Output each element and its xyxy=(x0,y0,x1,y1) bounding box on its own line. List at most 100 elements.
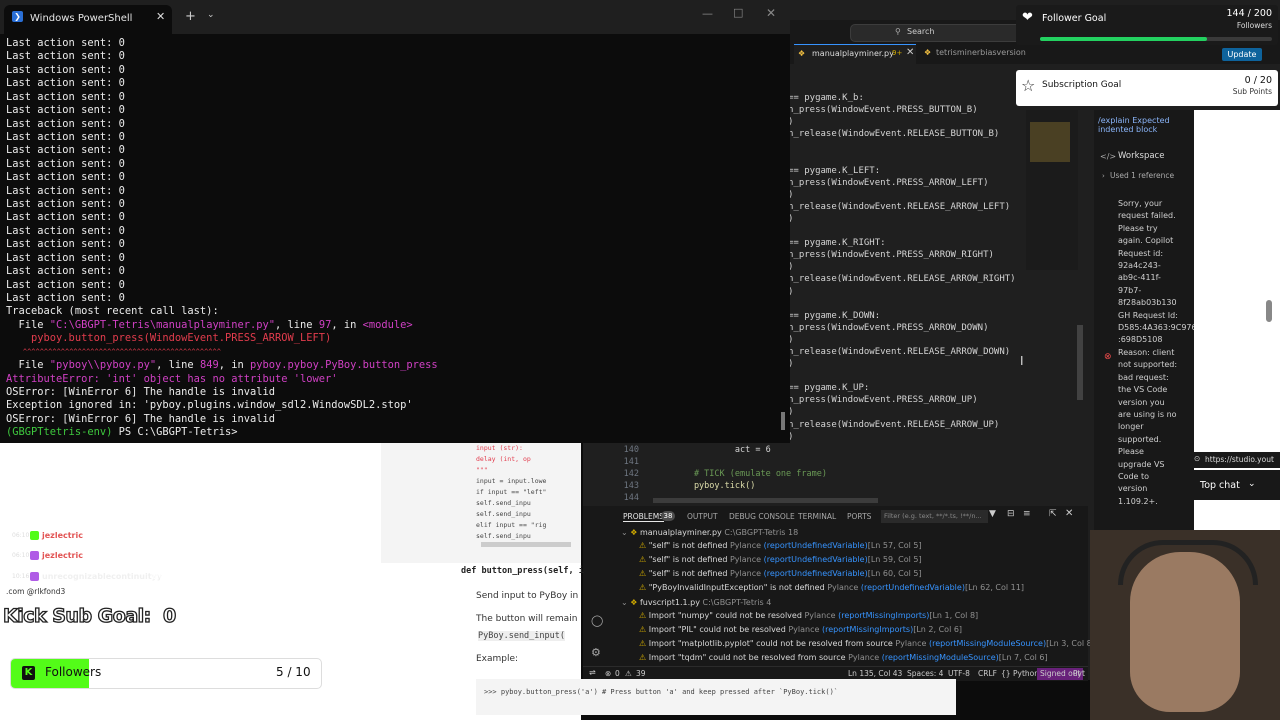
chat-username[interactable]: unrecognizablecontinuityy xyxy=(42,572,162,581)
doc-code-block: input (str): delay (int, op """ input = … xyxy=(381,443,581,563)
remote-icon[interactable]: ⇌ xyxy=(589,668,596,677)
close-icon[interactable]: ✕ xyxy=(906,47,914,58)
follower-goal-track xyxy=(1040,37,1272,41)
problem-code[interactable]: (reportUndefinedVariable) xyxy=(764,555,868,564)
maximize-icon[interactable]: □ xyxy=(733,6,743,19)
update-button[interactable]: Update xyxy=(1222,48,1262,61)
problem-code[interactable]: (reportUndefinedVariable) xyxy=(861,583,965,592)
warning-count[interactable]: 39 xyxy=(636,669,646,678)
maximize-panel-icon[interactable]: ⇱ xyxy=(1049,509,1057,519)
chat-username[interactable]: jezlectric xyxy=(42,551,83,560)
problem-code[interactable]: (reportMissingModuleSource) xyxy=(929,639,1046,648)
tab-title: Windows PowerShell xyxy=(30,13,133,24)
attribute-error: AttributeError: 'int' object has no attr… xyxy=(6,372,338,385)
tab-powershell[interactable]: ❯ Windows PowerShell ✕ xyxy=(4,5,172,34)
log-line: Last action sent: 0 xyxy=(6,211,125,224)
problem-code[interactable]: (reportMissingImports) xyxy=(822,625,913,634)
problem-item[interactable]: ⚠ Import "matplotlib.pyplot" could not b… xyxy=(639,639,1095,653)
indentation[interactable]: Spaces: 4 xyxy=(907,669,943,678)
close-panel-icon[interactable]: ✕ xyxy=(1065,508,1073,519)
line-endings[interactable]: CRLF xyxy=(978,669,997,678)
code-line: ) xyxy=(788,431,794,442)
problem-code[interactable]: (reportUndefinedVariable) xyxy=(764,541,868,550)
problems-panel: PROBLEMS 38 OUTPUT DEBUG CONSOLE TERMINA… xyxy=(583,506,1095,666)
command-center-search[interactable]: ⚲ Search xyxy=(850,24,1022,42)
gear-icon[interactable]: ⚙ xyxy=(591,646,601,659)
chevron-right-icon[interactable]: › xyxy=(1102,172,1105,180)
minimize-icon[interactable]: — xyxy=(702,7,713,20)
code-line: ) xyxy=(788,286,794,297)
tab-problems[interactable]: PROBLEMS xyxy=(623,512,664,522)
view-as-list-icon[interactable]: ≡ xyxy=(1023,509,1031,519)
tab-output[interactable]: OUTPUT xyxy=(687,512,718,521)
preview-scrollbar[interactable] xyxy=(1266,300,1272,322)
encoding[interactable]: UTF-8 xyxy=(948,669,970,678)
account-icon[interactable]: ◯ xyxy=(591,614,603,627)
editor-scrollbar[interactable] xyxy=(1077,325,1083,400)
prompt-env: (GBGPTtetris-env) xyxy=(6,426,113,439)
tab-debug-console[interactable]: DEBUG CONSOLE xyxy=(729,512,795,521)
tab-ports[interactable]: PORTS xyxy=(847,512,871,521)
terminal-scrollbar[interactable] xyxy=(781,412,785,430)
error-count-icon[interactable]: ⊗ xyxy=(605,669,611,678)
code-line: 141 xyxy=(583,456,827,468)
doc-code-line: self.send_inpu xyxy=(476,510,531,518)
code-editor[interactable]: == pygame.K_b: n_press(WindowEvent.PRESS_… xyxy=(788,92,1016,443)
close-icon[interactable]: ✕ xyxy=(156,10,165,23)
problem-src: Pylance xyxy=(848,653,880,662)
chat-username[interactable]: jezlectric xyxy=(42,531,83,540)
error-count[interactable]: 0 xyxy=(615,669,620,678)
line-number: 141 xyxy=(623,457,639,468)
doc-code-snippet: input (str): delay (int, op """ input = … xyxy=(476,443,546,542)
tb-text: , in xyxy=(331,318,363,331)
problem-item[interactable]: ⚠ "self" is not defined Pylance (reportU… xyxy=(639,555,1024,569)
tab-terminal[interactable]: TERMINAL xyxy=(798,512,836,521)
problem-item[interactable]: ⚠ Import "tqdm" could not be resolved fr… xyxy=(639,653,1095,667)
top-chat-label[interactable]: Top chat xyxy=(1200,480,1240,491)
file-group-fuvscript[interactable]: ⌄ ❖ fuvscript1.1.py C:\GBGPT-Tetris 4 xyxy=(621,598,771,607)
cursor-position[interactable]: Ln 135, Col 43 xyxy=(848,669,902,678)
problem-text: "self" is not defined xyxy=(648,569,728,578)
new-tab-icon[interactable]: + xyxy=(185,9,196,24)
doc-code-scrollbar[interactable] xyxy=(481,542,571,547)
prompt[interactable]: (GBGPTtetris-env) PS C:\GBGPT-Tetris> xyxy=(6,426,786,439)
problem-code[interactable]: (reportMissingModuleSource) xyxy=(882,653,999,662)
tab-tetrisminer[interactable]: ❖ tetrisminerbiasversion xyxy=(922,44,1026,64)
log-line: Last action sent: 0 xyxy=(6,130,125,143)
filter-icon[interactable]: ▼ xyxy=(989,509,996,519)
code-line: == pygame.K_LEFT: xyxy=(788,165,881,176)
warning-icon[interactable]: ⚠ xyxy=(625,669,632,678)
code-line: 143 pyboy.tick() xyxy=(583,480,827,492)
problem-code[interactable]: (reportUndefinedVariable) xyxy=(764,569,868,578)
pyboy-docs-page: input (str): delay (int, op """ input = … xyxy=(381,443,956,720)
problem-code[interactable]: (reportMissingImports) xyxy=(838,611,929,620)
lower-code-lines[interactable]: 140 act = 6 141 142 # TICK (emulate one fr… xyxy=(583,444,827,504)
chevron-down-icon[interactable]: ⌄ xyxy=(207,10,215,20)
problem-item[interactable]: ⚠ Import "PIL" could not be resolved Pyl… xyxy=(639,625,1095,639)
tb-text: , in xyxy=(218,359,251,372)
problem-src: Pylance xyxy=(804,611,836,620)
text-cursor-icon: I xyxy=(1020,354,1024,368)
language-mode[interactable]: Python xyxy=(1013,669,1039,678)
problem-item[interactable]: ⚠ "self" is not defined Pylance (reportU… xyxy=(639,541,1024,555)
stream-url-bar[interactable]: ⊙ https://studio.yout xyxy=(1190,452,1280,468)
problem-item[interactable]: ⚠ Import "numpy" could not be resolved P… xyxy=(639,611,1095,625)
horizontal-scrollbar[interactable] xyxy=(653,498,878,503)
code-line: ) xyxy=(788,407,794,418)
problem-item[interactable]: ⚠ "PyBoyInvalidInputException" is not de… xyxy=(639,583,1024,597)
used-reference[interactable]: Used 1 reference xyxy=(1110,171,1174,180)
warning-icon: ⚠ xyxy=(639,639,649,648)
search-label: Search xyxy=(907,27,935,36)
close-window-icon[interactable]: ✕ xyxy=(766,6,776,20)
chevron-down-icon[interactable]: ⌄ xyxy=(1248,479,1256,489)
collapse-all-icon[interactable]: ⊟ xyxy=(1007,509,1015,519)
problems-filter-input[interactable]: Filter (e.g. text, **/*.ts, !**/n... xyxy=(881,510,988,523)
doc-code-line: input (str): xyxy=(476,444,523,452)
problem-text: Import "PIL" could not be resolved xyxy=(648,625,786,634)
terminal-output[interactable]: Last action sent: 0 Last action sent: 0 La… xyxy=(6,37,786,440)
problem-item[interactable]: ⚠ "self" is not defined Pylance (reportU… xyxy=(639,569,1024,583)
doc-code-line: input = input.lowe xyxy=(476,477,547,485)
tab-manualplayminer[interactable]: ❖ manualplayminer.py 9+ ✕ xyxy=(794,44,916,65)
file-group-manualplayminer[interactable]: ⌄ ❖ manualplayminer.py C:\GBGPT-Tetris 1… xyxy=(621,528,798,537)
user-badge-icon xyxy=(30,531,39,540)
